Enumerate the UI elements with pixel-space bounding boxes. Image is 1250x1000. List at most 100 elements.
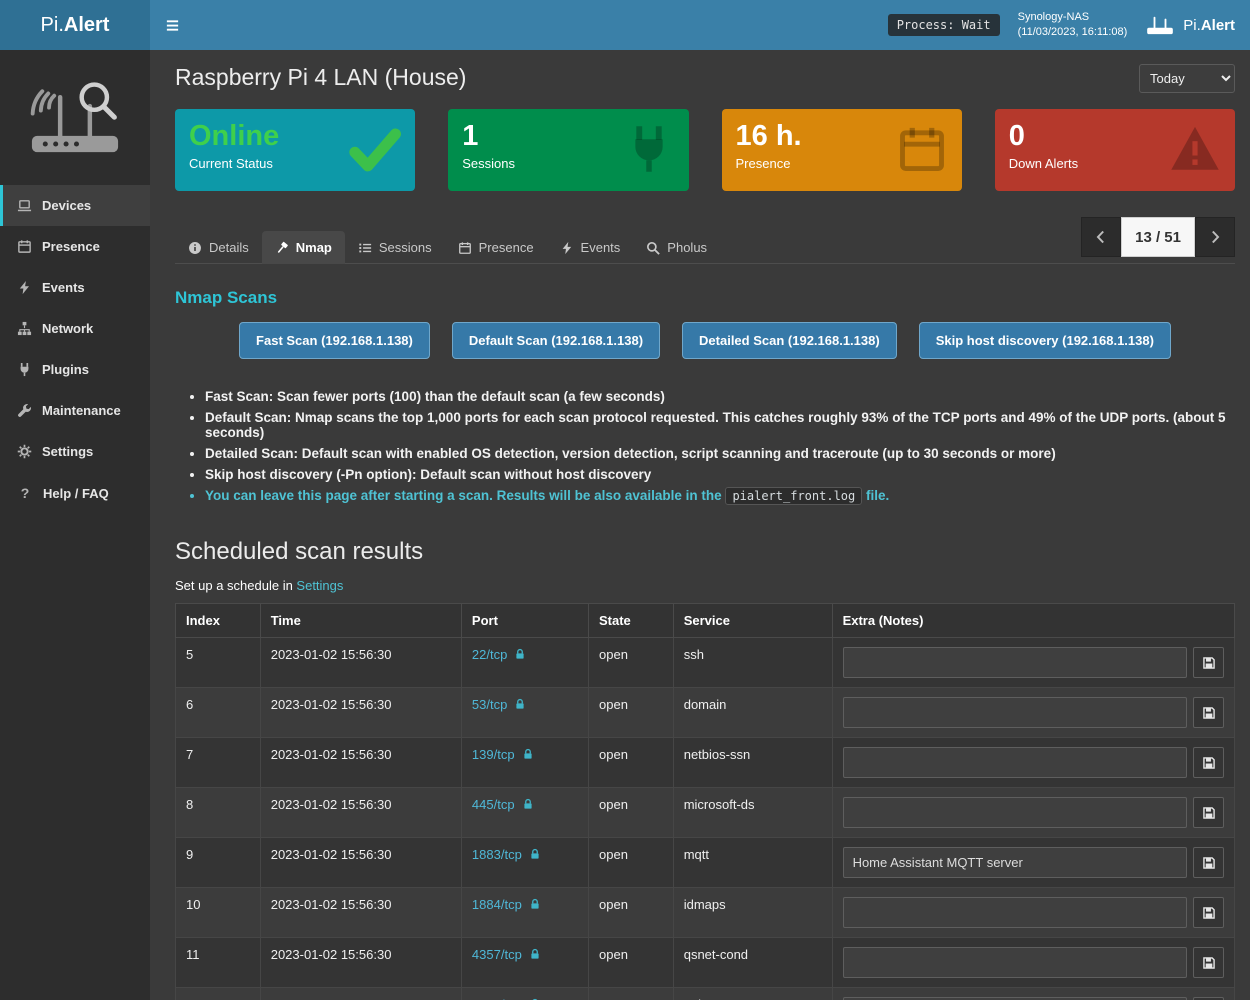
tab-presence[interactable]: Presence [445,231,547,264]
log-file-name: pialert_front.log [725,487,862,505]
host-info: Synology-NAS (11/03/2023, 16:11:08) [1018,10,1128,40]
scan-results-table: Index Time Port State Service Extra (Not… [175,603,1235,1000]
tab-details[interactable]: Details [175,231,262,264]
check-icon [349,123,401,175]
save-note-button[interactable] [1193,697,1224,728]
host-name: Synology-NAS [1018,10,1128,25]
lock-icon [529,898,541,910]
app-logo[interactable]: Pi.Alert [0,0,150,50]
cell-index: 7 [176,738,261,788]
nmap-panel: Nmap Scans Fast Scan (192.168.1.138) Def… [175,264,1235,1000]
cell-time: 2023-01-02 15:56:30 [260,838,461,888]
port-link[interactable]: 22/tcp [472,647,507,662]
note-input[interactable] [843,647,1187,678]
card-presence: 16 h. Presence [722,109,962,191]
port-link[interactable]: 53/tcp [472,697,507,712]
port-link[interactable]: 1883/tcp [472,847,522,862]
port-link[interactable]: 4357/tcp [472,947,522,962]
fast-scan-button[interactable]: Fast Scan (192.168.1.138) [239,322,430,359]
card-current-status: Online Current Status [175,109,415,191]
sidebar-item-maintenance[interactable]: Maintenance [0,390,150,431]
card-down-alerts: 0 Down Alerts [995,109,1235,191]
port-link[interactable]: 1884/tcp [472,897,522,912]
sidebar: Devices Presence Events Network Plugins … [0,50,150,1000]
sidebar-item-network[interactable]: Network [0,308,150,349]
device-tabs: Details Nmap Sessions Presence Events Ph… [175,217,1235,264]
tab-pholus[interactable]: Pholus [633,231,720,264]
cell-service: qsnet-cond [673,938,832,988]
skip-host-discovery-button[interactable]: Skip host discovery (192.168.1.138) [919,322,1171,359]
sidebar-logo [0,50,150,185]
note-input[interactable] [843,797,1187,828]
app-logo-bold: Alert [64,14,110,37]
save-note-button[interactable] [1193,947,1224,978]
cell-index: 8 [176,788,261,838]
warning-triangle-icon [1169,123,1221,175]
cell-service: domain [673,688,832,738]
save-icon [1202,656,1216,670]
save-note-button[interactable] [1193,797,1224,828]
cell-index: 5 [176,638,261,688]
laptop-icon [17,198,32,213]
scheduled-results-heading: Scheduled scan results [175,538,1235,566]
sitemap-icon [17,321,32,336]
info-icon [188,241,202,255]
card-sessions: 1 Sessions [448,109,688,191]
period-select[interactable]: Today [1139,64,1235,93]
header-extra-notes: Extra (Notes) [832,604,1234,638]
sidebar-item-help[interactable]: ? Help / FAQ [0,472,150,514]
lock-icon [522,748,534,760]
save-note-button[interactable] [1193,847,1224,878]
sidebar-toggle-button[interactable] [165,11,193,39]
note-input[interactable] [843,897,1187,928]
save-note-button[interactable] [1193,747,1224,778]
save-note-button[interactable] [1193,897,1224,928]
tab-sessions[interactable]: Sessions [345,231,445,264]
main-content: Raspberry Pi 4 LAN (House) Today Online … [150,50,1250,1000]
next-device-button[interactable] [1195,217,1235,257]
port-link[interactable]: 445/tcp [472,797,515,812]
sidebar-item-label: Settings [42,444,93,459]
port-link[interactable]: 139/tcp [472,747,515,762]
sidebar-item-label: Events [42,280,85,295]
note-input[interactable] [843,847,1187,878]
sidebar-item-devices[interactable]: Devices [0,185,150,226]
prev-device-button[interactable] [1081,217,1121,257]
note-input[interactable] [843,747,1187,778]
cell-state: open [589,988,674,1000]
brand-label: Pi.Alert [1183,17,1235,34]
question-icon: ? [17,485,33,501]
sidebar-nav: Devices Presence Events Network Plugins … [0,185,150,514]
tab-nmap[interactable]: Nmap [262,231,345,264]
detailed-scan-button[interactable]: Detailed Scan (192.168.1.138) [682,322,897,359]
note-input[interactable] [843,947,1187,978]
sidebar-item-presence[interactable]: Presence [0,226,150,267]
cell-service: microsoft-ds [673,788,832,838]
save-icon [1202,756,1216,770]
topbar: Pi.Alert Process: Wait Synology-NAS (11/… [0,0,1250,50]
cell-time: 2023-01-02 15:56:30 [260,938,461,988]
app-logo-prefix: Pi. [41,14,64,37]
cell-index: 6 [176,688,261,738]
sidebar-item-label: Maintenance [42,403,121,418]
save-note-button[interactable] [1193,647,1224,678]
lock-icon [514,698,526,710]
cell-service: ssh [673,638,832,688]
scan-results-body: 5 2023-01-02 15:56:30 22/tcp open ssh 6 … [176,638,1235,1000]
plug-icon [17,362,32,377]
cell-state: open [589,688,674,738]
sidebar-item-settings[interactable]: Settings [0,431,150,472]
settings-link[interactable]: Settings [296,578,343,593]
default-scan-button[interactable]: Default Scan (192.168.1.138) [452,322,660,359]
sidebar-item-plugins[interactable]: Plugins [0,349,150,390]
cell-time: 2023-01-02 15:56:30 [260,688,461,738]
cell-state: open [589,638,674,688]
cell-service: netbios-ssn [673,738,832,788]
tab-events[interactable]: Events [547,231,634,264]
note-input[interactable] [843,697,1187,728]
router-icon [1145,14,1175,36]
sidebar-item-label: Plugins [42,362,89,377]
nmap-heading: Nmap Scans [175,288,1235,308]
sidebar-item-label: Presence [42,239,100,254]
sidebar-item-events[interactable]: Events [0,267,150,308]
